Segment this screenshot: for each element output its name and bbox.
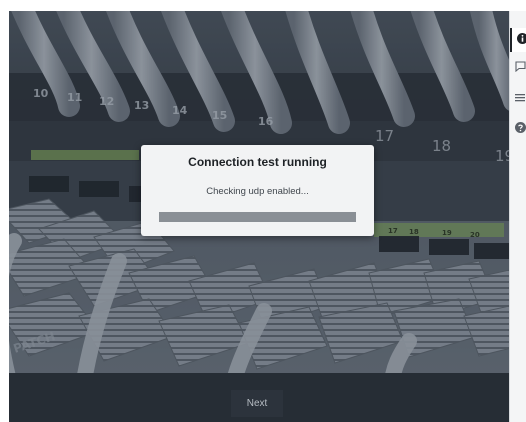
sidebar-item-menu[interactable]: [510, 87, 526, 111]
dialog-status-text: Checking udp enabled...: [206, 186, 309, 197]
dialog-title: Connection test running: [188, 155, 327, 169]
menu-icon: [515, 94, 525, 102]
sidebar-item-chat[interactable]: [510, 56, 526, 80]
connection-test-dialog: Connection test running Checking udp ena…: [141, 145, 374, 236]
side-toolbar: [509, 11, 526, 422]
connection-test-window: 10 11 12 13 14 15 16 17 18 19 17 18 19 2…: [9, 11, 526, 422]
wizard-footer: Next: [9, 373, 509, 422]
next-button[interactable]: Next: [231, 390, 283, 417]
chat-icon: [515, 61, 526, 72]
progress-bar-fill: [159, 212, 356, 222]
info-icon: [517, 33, 526, 44]
help-icon: [515, 122, 526, 133]
sidebar-item-help[interactable]: [510, 117, 526, 141]
progress-bar: [159, 212, 356, 222]
sidebar-item-info[interactable]: [510, 28, 526, 52]
